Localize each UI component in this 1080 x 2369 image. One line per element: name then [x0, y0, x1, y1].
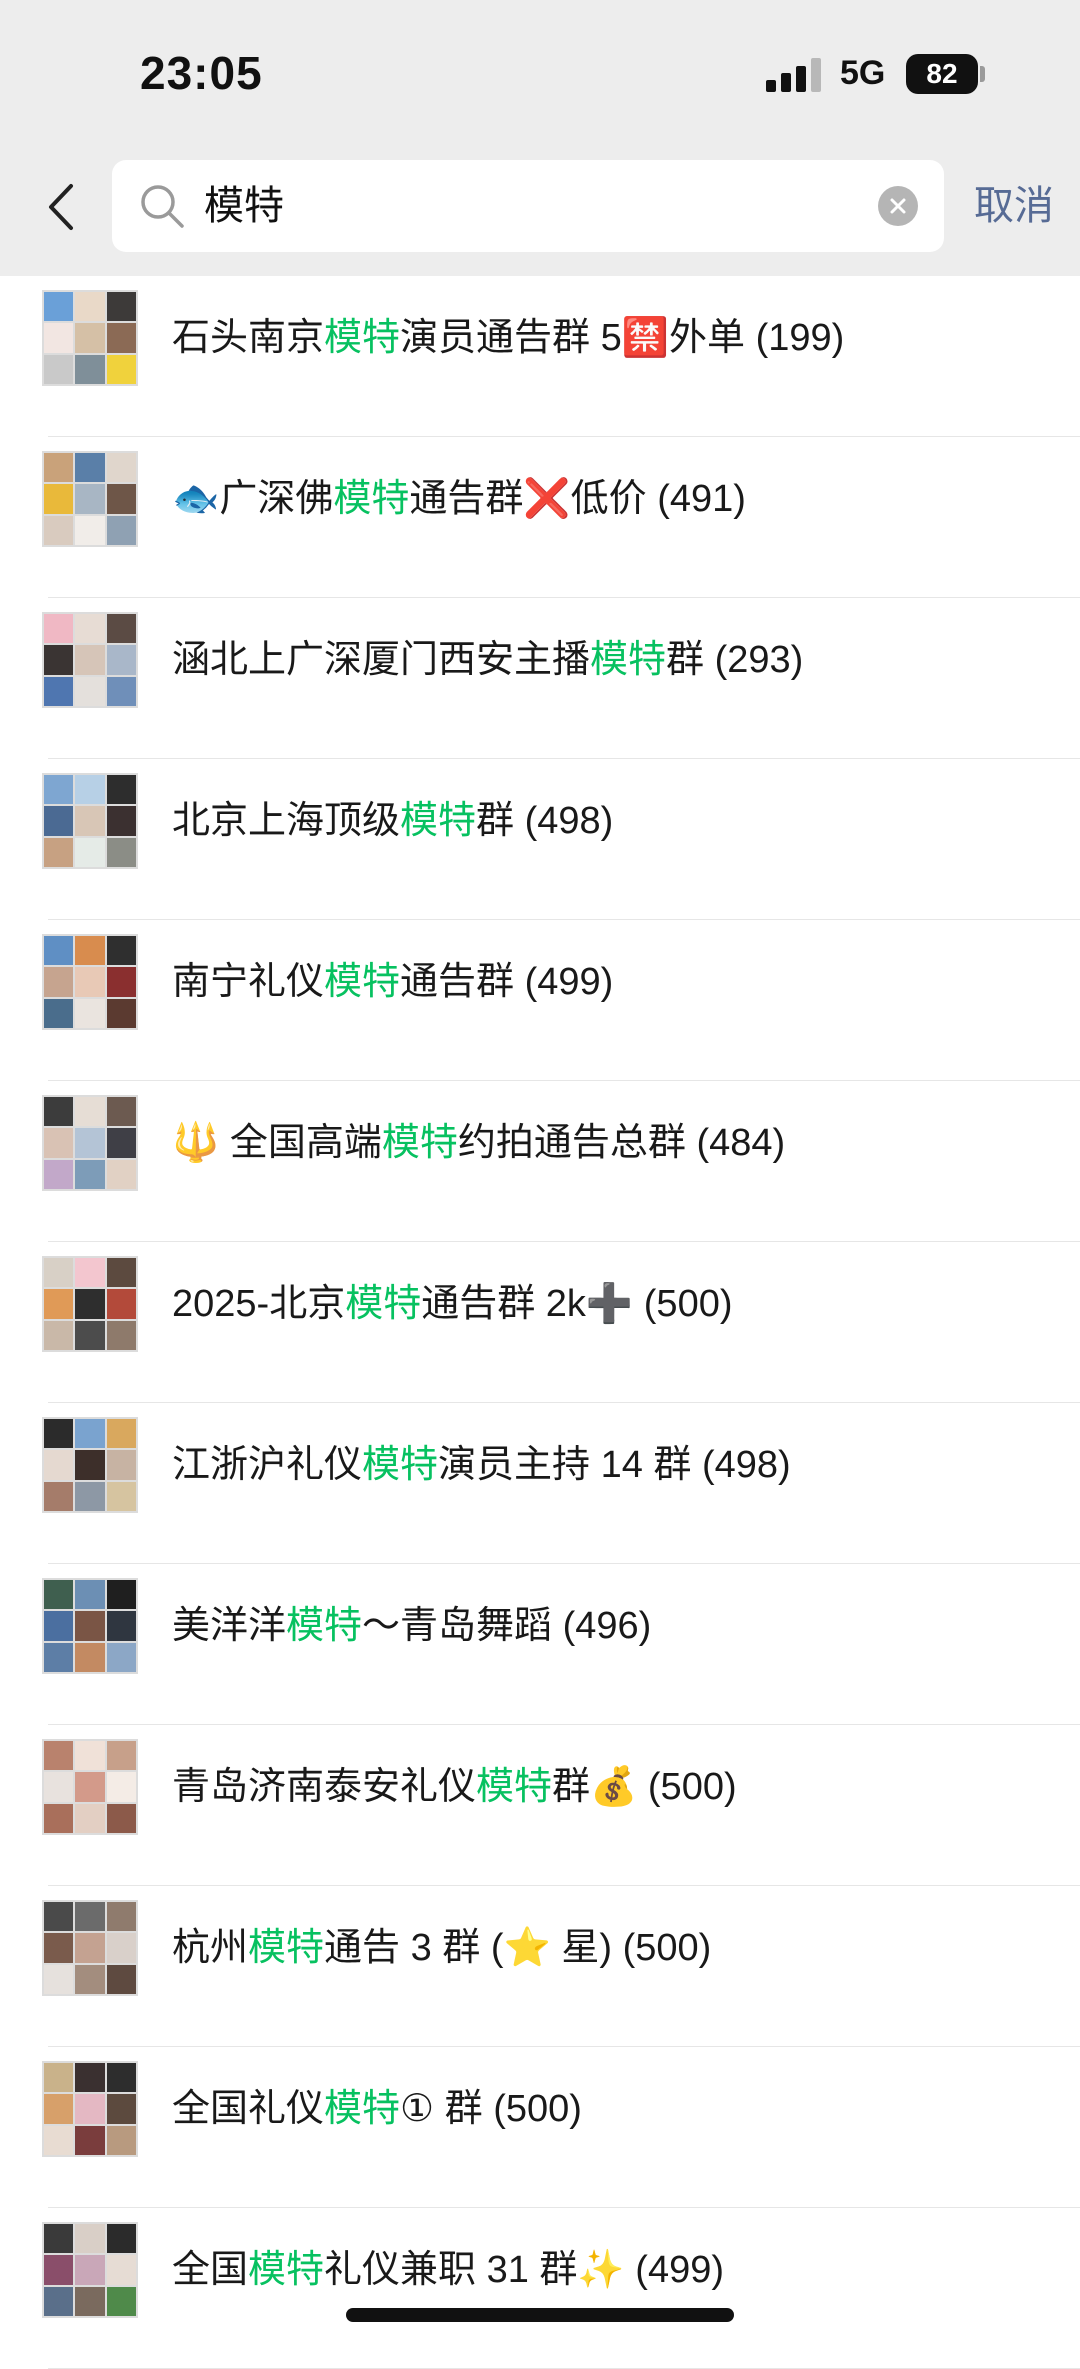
keyword-highlight: 模特	[324, 317, 401, 359]
keyword-highlight: 模特	[476, 1766, 553, 1808]
title-suffix: 通告群 2k➕ (500)	[421, 1283, 733, 1325]
keyword-highlight: 模特	[362, 1444, 439, 1486]
cancel-button[interactable]: 取消	[974, 180, 1054, 232]
keyword-highlight: 模特	[333, 478, 410, 520]
title-prefix: 江浙沪礼仪	[172, 1444, 363, 1486]
title-suffix: 群 (293)	[666, 639, 804, 681]
back-button[interactable]	[36, 172, 86, 242]
group-avatar	[42, 290, 138, 386]
title-suffix: 演员通告群 5🈲外单 (199)	[400, 317, 845, 359]
group-avatar	[42, 1578, 138, 1674]
title-suffix: ～青岛舞蹈 (496)	[362, 1605, 652, 1647]
title-suffix: 约拍通告总群 (484)	[457, 1122, 786, 1164]
keyword-highlight: 模特	[590, 639, 667, 681]
keyword-highlight: 模特	[400, 800, 477, 842]
group-avatar	[42, 2222, 138, 2318]
keyword-highlight: 模特	[324, 2088, 401, 2130]
keyword-highlight: 模特	[345, 1283, 422, 1325]
title-prefix: 美洋洋	[172, 1605, 287, 1647]
list-item[interactable]: 全国礼仪模特① 群 (500)	[0, 2047, 1080, 2208]
list-item[interactable]: 2025-北京模特通告群 2k➕ (500)	[0, 1242, 1080, 1403]
group-avatar	[42, 773, 138, 869]
group-avatar	[42, 1900, 138, 1996]
title-prefix: 涵北上广深厦门西安主播	[172, 639, 591, 681]
keyword-highlight: 模特	[324, 961, 401, 1003]
chevron-left-icon	[49, 184, 73, 230]
list-item[interactable]: 美洋洋模特～青岛舞蹈 (496)	[0, 1564, 1080, 1725]
list-item[interactable]: 🐟广深佛模特通告群❌低价 (491)	[0, 437, 1080, 598]
group-avatar	[42, 1739, 138, 1835]
group-avatar	[42, 2061, 138, 2157]
group-avatar	[42, 612, 138, 708]
group-avatar	[42, 451, 138, 547]
search-field[interactable]: 模特	[112, 160, 944, 252]
title-suffix: 礼仪兼职 31 群✨ (499)	[324, 2249, 724, 2291]
battery-level: 82	[926, 58, 958, 89]
title-prefix: 青岛济南泰安礼仪	[172, 1766, 477, 1808]
network-label: 5G	[840, 54, 886, 92]
title-prefix: 南宁礼仪	[172, 961, 325, 1003]
search-icon	[141, 185, 184, 228]
top-bar: 23:05 5G 82 模特 取消	[0, 0, 1080, 276]
list-item[interactable]: 北京上海顶级模特群 (498)	[0, 759, 1080, 920]
status-time: 23:05	[140, 47, 263, 99]
title-prefix: 北京上海顶级	[172, 800, 401, 842]
title-suffix: 群💰 (500)	[552, 1766, 737, 1808]
group-avatar	[42, 1095, 138, 1191]
list-item[interactable]: 江浙沪礼仪模特演员主持 14 群 (498)	[0, 1403, 1080, 1564]
list-item[interactable]: 南宁礼仪模特通告群 (499)	[0, 920, 1080, 1081]
clear-icon	[890, 198, 906, 214]
title-prefix: 石头南京	[172, 317, 325, 359]
signal-icon	[766, 58, 822, 92]
title-suffix: 通告群 (499)	[400, 961, 614, 1003]
home-indicator[interactable]	[346, 2308, 734, 2322]
title-suffix: ① 群 (500)	[400, 2088, 582, 2130]
list-item[interactable]: 涵北上广深厦门西安主播模特群 (293)	[0, 598, 1080, 759]
title-suffix: 通告 3 群 (⭐ 星) (500)	[324, 1927, 712, 1969]
group-avatar	[42, 934, 138, 1030]
list-item[interactable]: 石头南京模特演员通告群 5🈲外单 (199)	[0, 276, 1080, 437]
battery-cap	[980, 66, 985, 82]
keyword-highlight: 模特	[248, 1927, 325, 1969]
clear-button[interactable]	[878, 186, 918, 226]
title-prefix: 2025-北京	[172, 1283, 346, 1325]
search-input[interactable]: 模特	[204, 180, 284, 232]
list-item[interactable]: 杭州模特通告 3 群 (⭐ 星) (500)	[0, 1886, 1080, 2047]
title-prefix: 杭州	[172, 1927, 249, 1969]
result-list: 石头南京模特演员通告群 5🈲外单 (199) 🐟广深佛模特通告群❌低价 (491…	[0, 276, 1080, 2369]
battery-icon: 82	[906, 54, 978, 94]
keyword-highlight: 模特	[381, 1122, 458, 1164]
title-prefix: 🔱 全国高端	[172, 1122, 382, 1164]
group-avatar	[42, 1256, 138, 1352]
list-item[interactable]: 🔱 全国高端模特约拍通告总群 (484)	[0, 1081, 1080, 1242]
title-prefix: 全国礼仪	[172, 2088, 325, 2130]
list-item[interactable]: 青岛济南泰安礼仪模特群💰 (500)	[0, 1725, 1080, 1886]
title-prefix: 全国	[172, 2249, 249, 2291]
title-suffix: 通告群❌低价 (491)	[409, 478, 746, 520]
title-suffix: 演员主持 14 群 (498)	[438, 1444, 791, 1486]
title-prefix: 🐟广深佛	[172, 478, 334, 520]
keyword-highlight: 模特	[286, 1605, 363, 1647]
group-avatar	[42, 1417, 138, 1513]
title-suffix: 群 (498)	[476, 800, 614, 842]
list-item[interactable]: 全国模特礼仪兼职 31 群✨ (499)	[0, 2208, 1080, 2369]
keyword-highlight: 模特	[248, 2249, 325, 2291]
